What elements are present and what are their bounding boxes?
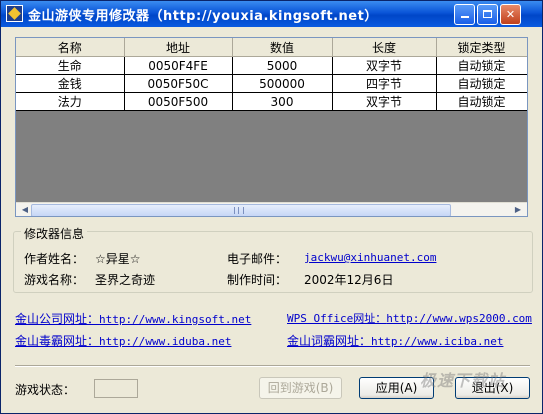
cell-address[interactable]: 0050F50C [124,74,233,93]
close-icon: ✕ [505,8,516,21]
cell-name[interactable]: 法力 [16,92,125,111]
column-header-value[interactable]: 数值 [232,38,333,57]
cell-value[interactable]: 5000 [232,56,333,75]
email-link[interactable]: jackwu@xinhuanet.com [304,251,436,264]
cell-value[interactable]: 500000 [232,74,333,93]
horizontal-scrollbar[interactable]: ◀ ▶ [16,202,527,216]
table-row[interactable]: 法力 0050F500 300 双字节 自动锁定 [16,92,527,111]
cell-lock-type[interactable]: 自动锁定 [436,74,527,93]
close-button[interactable]: ✕ [500,4,521,25]
cell-address[interactable]: 0050F4FE [124,56,233,75]
game-status-label: 游戏状态： [15,383,76,397]
game-status-field [94,379,138,398]
wps-link-url: http://www.wps2000.com [386,312,532,325]
email-label: 电子邮件： [227,252,288,266]
back-to-game-button[interactable]: 回到游戏(B) [259,377,342,399]
scroll-right-icon[interactable]: ▶ [511,204,525,216]
kingsoft-link[interactable]: 金山公司网址：http://www.kingsoft.net [15,310,251,327]
maximize-button[interactable] [477,4,498,25]
minimize-icon [460,16,469,18]
cell-length[interactable]: 双字节 [332,56,437,75]
cell-length[interactable]: 双字节 [332,92,437,111]
ciba-link[interactable]: 金山词霸网址：http://www.iciba.net [287,332,503,349]
duba-link-label: 金山毒霸网址： [15,334,100,348]
app-icon [6,5,23,22]
ciba-link-url: http://www.iciba.net [371,335,504,348]
cell-address[interactable]: 0050F500 [124,92,233,111]
column-header-address[interactable]: 地址 [124,38,233,57]
grid-header-row: 名称 地址 数值 长度 锁定类型 [16,38,527,57]
maximize-icon [483,10,492,18]
cell-lock-type[interactable]: 自动锁定 [436,92,527,111]
scrollbar-thumb[interactable] [31,204,451,216]
grip-icon [234,207,244,214]
cell-length[interactable]: 四字节 [332,74,437,93]
window-title: 金山游侠专用修改器（http://youxia.kingsoft.net） [28,9,378,24]
date-value: 2002年12月6日 [304,273,394,287]
watermark-text: 极速下载站 [420,371,506,390]
cheat-grid: 名称 地址 数值 长度 锁定类型 生命 0050F4FE 5000 双字节 自动… [16,38,527,111]
author-value: ☆异星☆ [95,252,141,266]
column-header-length[interactable]: 长度 [332,38,437,57]
date-label: 制作时间： [227,273,288,287]
wps-link[interactable]: WPS Office网址：http://www.wps2000.com [287,310,532,326]
table-row[interactable]: 生命 0050F4FE 5000 双字节 自动锁定 [16,56,527,75]
wps-link-label: WPS Office网址： [287,312,387,325]
minimize-button[interactable] [454,4,475,25]
game-name-value: 圣界之奇迹 [95,273,156,287]
cell-name[interactable]: 金钱 [16,74,125,93]
main-window: 金山游侠专用修改器（http://youxia.kingsoft.net） ✕ … [0,0,543,414]
duba-link-url: http://www.iduba.net [99,335,232,348]
ciba-link-label: 金山词霸网址： [287,334,372,348]
title-bar[interactable]: 金山游侠专用修改器（http://youxia.kingsoft.net） ✕ [1,1,542,27]
game-name-label: 游戏名称： [24,273,85,287]
scroll-left-icon[interactable]: ◀ [18,204,32,216]
column-header-name[interactable]: 名称 [16,38,125,57]
cheat-table[interactable]: 名称 地址 数值 长度 锁定类型 生命 0050F4FE 5000 双字节 自动… [15,37,528,217]
cell-lock-type[interactable]: 自动锁定 [436,56,527,75]
kingsoft-link-label: 金山公司网址： [15,312,100,326]
table-row[interactable]: 金钱 0050F50C 500000 四字节 自动锁定 [16,74,527,93]
cell-name[interactable]: 生命 [16,56,125,75]
kingsoft-link-url: http://www.kingsoft.net [99,313,252,326]
author-label: 作者姓名： [24,252,85,266]
cell-value[interactable]: 300 [232,92,333,111]
duba-link[interactable]: 金山毒霸网址：http://www.iduba.net [15,332,231,349]
column-header-lock-type[interactable]: 锁定类型 [436,38,527,57]
info-group-title: 修改器信息 [21,225,88,242]
